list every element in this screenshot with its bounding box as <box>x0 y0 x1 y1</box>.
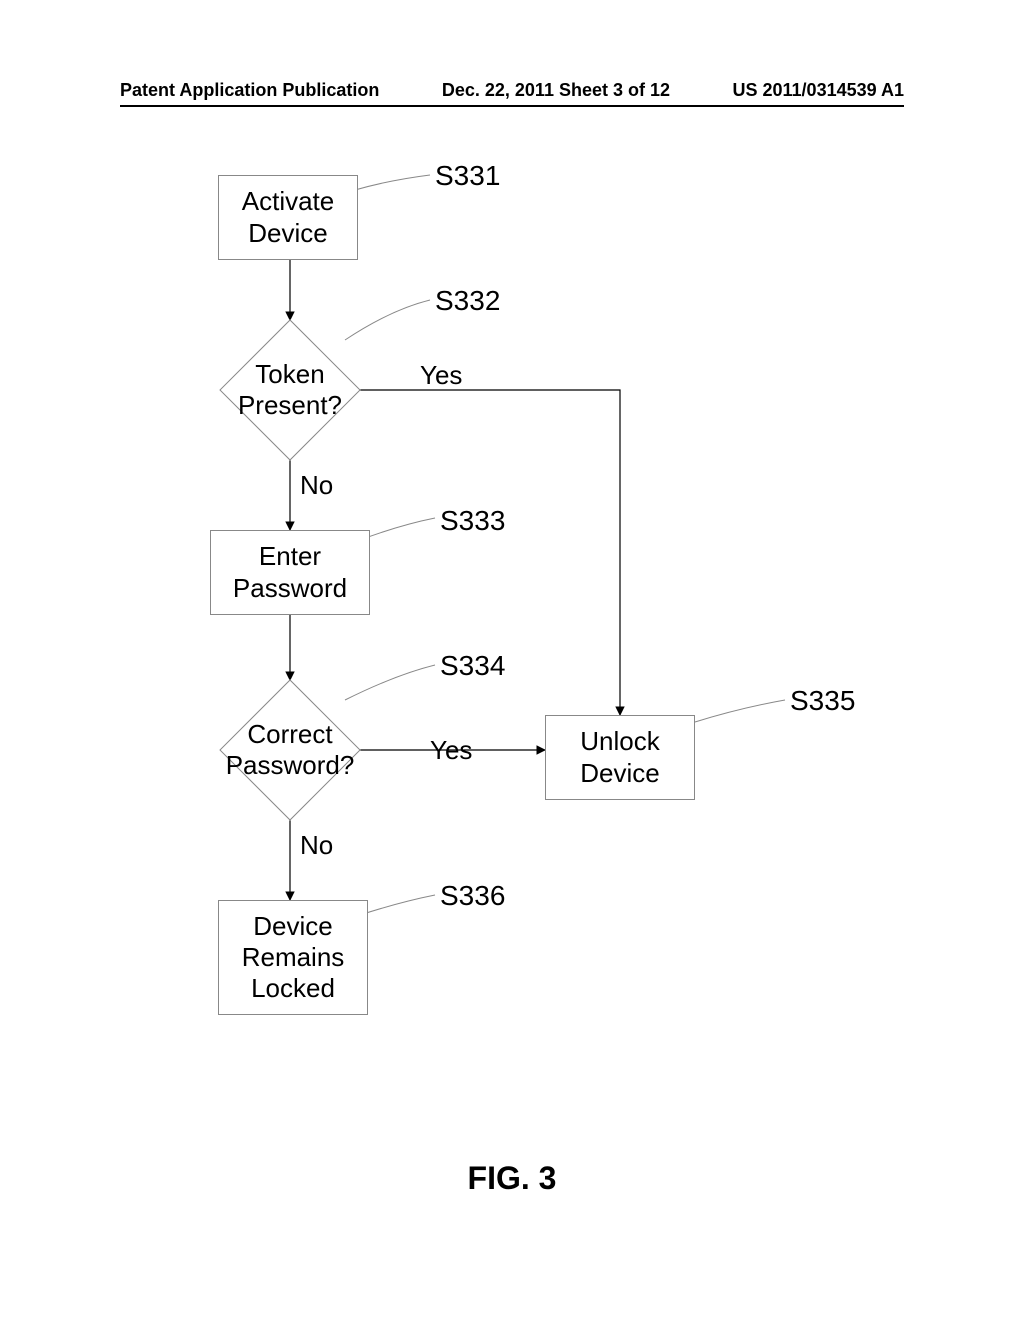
step-ref-s334: S334 <box>440 650 505 682</box>
node-text: Locked <box>251 973 335 1004</box>
node-text: Device <box>253 911 332 942</box>
edge-label-no: No <box>300 470 333 501</box>
node-enter-password: Enter Password <box>210 530 370 615</box>
node-text: Remains <box>242 942 345 973</box>
node-text: Password <box>233 573 347 604</box>
header-left: Patent Application Publication <box>120 80 379 101</box>
connectors <box>0 160 1024 1160</box>
figure-label: FIG. 3 <box>0 1160 1024 1197</box>
node-text: Device <box>248 218 327 249</box>
step-ref-s333: S333 <box>440 505 505 537</box>
step-ref-s332: S332 <box>435 285 500 317</box>
edge-label-yes: Yes <box>420 360 462 391</box>
node-text: Present? <box>238 390 342 421</box>
flowchart: Activate Device S331 Token Present? S332… <box>0 160 1024 1160</box>
node-text: Unlock <box>580 726 659 757</box>
node-device-remains-locked: Device Remains Locked <box>218 900 368 1015</box>
node-text: Token <box>255 359 324 390</box>
header-center: Dec. 22, 2011 Sheet 3 of 12 <box>442 80 670 101</box>
edge-label-yes: Yes <box>430 735 472 766</box>
step-ref-s336: S336 <box>440 880 505 912</box>
node-correct-password: Correct Password? <box>240 700 340 800</box>
step-ref-s331: S331 <box>435 160 500 192</box>
node-text: Device <box>580 758 659 789</box>
page-header: Patent Application Publication Dec. 22, … <box>120 80 904 107</box>
node-text: Correct <box>247 719 332 750</box>
node-activate-device: Activate Device <box>218 175 358 260</box>
node-unlock-device: Unlock Device <box>545 715 695 800</box>
edge-label-no: No <box>300 830 333 861</box>
step-ref-s335: S335 <box>790 685 855 717</box>
node-text: Password? <box>226 750 355 781</box>
header-right: US 2011/0314539 A1 <box>733 80 904 101</box>
node-text: Activate <box>242 186 335 217</box>
node-token-present: Token Present? <box>240 340 340 440</box>
node-text: Enter <box>259 541 321 572</box>
